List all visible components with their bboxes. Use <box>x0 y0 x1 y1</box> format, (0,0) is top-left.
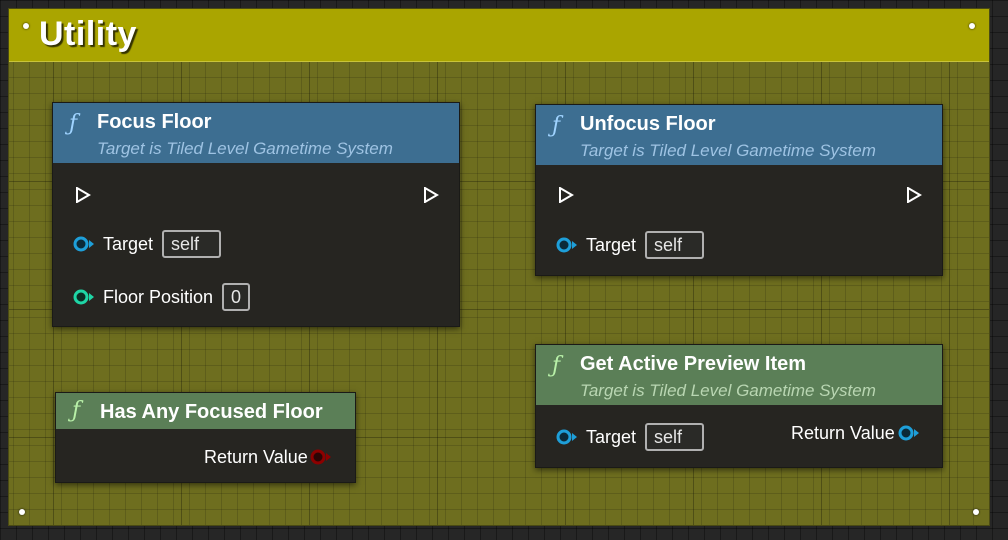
resize-handle-bottom-left[interactable] <box>19 509 25 515</box>
return-value-pin-icon[interactable] <box>310 448 332 466</box>
function-icon: ƒ <box>552 113 561 138</box>
target-label: Target <box>586 235 637 255</box>
node-unfocus-floor[interactable]: ƒ Unfocus Floor Target is Tiled Level Ga… <box>535 104 943 276</box>
target-pin-icon[interactable] <box>73 235 95 253</box>
floor-position-default-input[interactable]: 0 <box>222 283 250 311</box>
node-subtitle: Target is Tiled Level Gametime System <box>580 141 876 160</box>
node-header[interactable]: ƒ Unfocus Floor Target is Tiled Level Ga… <box>536 105 942 165</box>
node-subtitle: Target is Tiled Level Gametime System <box>97 139 393 158</box>
return-value-label: Return Value <box>204 447 308 467</box>
node-title: Focus Floor <box>97 111 212 133</box>
node-subtitle: Target is Tiled Level Gametime System <box>580 381 876 400</box>
target-pin-icon[interactable] <box>556 236 578 254</box>
target-default-input[interactable]: self <box>645 231 704 259</box>
target-pin-icon[interactable] <box>556 428 578 446</box>
comment-header[interactable]: Utility <box>9 9 989 62</box>
target-label: Target <box>103 234 154 254</box>
target-default-input[interactable]: self <box>645 423 704 451</box>
resize-handle-top-left[interactable] <box>23 23 29 29</box>
floor-position-pin-icon[interactable] <box>73 288 95 306</box>
target-label: Target <box>586 427 637 447</box>
function-icon: ƒ <box>69 111 78 136</box>
node-has-any-focused-floor[interactable]: ƒ Has Any Focused Floor Return Value <box>55 392 356 483</box>
resize-handle-bottom-right[interactable] <box>973 509 979 515</box>
node-title: Get Active Preview Item <box>580 353 807 375</box>
resize-handle-top-right[interactable] <box>969 23 975 29</box>
comment-title[interactable]: Utility <box>39 15 137 54</box>
node-header[interactable]: ƒ Get Active Preview Item Target is Tile… <box>536 345 942 405</box>
node-get-active-preview-item[interactable]: ƒ Get Active Preview Item Target is Tile… <box>535 344 943 468</box>
return-value-label: Return Value <box>791 423 895 443</box>
node-header[interactable]: ƒ Focus Floor Target is Tiled Level Game… <box>53 103 459 163</box>
node-focus-floor[interactable]: ƒ Focus Floor Target is Tiled Level Game… <box>52 102 460 327</box>
return-value-pin-icon[interactable] <box>898 424 920 442</box>
node-title: Unfocus Floor <box>580 113 716 135</box>
node-header[interactable]: ƒ Has Any Focused Floor <box>56 393 355 429</box>
node-title: Has Any Focused Floor <box>100 401 323 423</box>
target-default-input[interactable]: self <box>162 230 221 258</box>
function-icon: ƒ <box>72 398 81 423</box>
floor-position-label: Floor Position <box>103 287 214 307</box>
function-icon: ƒ <box>552 353 561 378</box>
